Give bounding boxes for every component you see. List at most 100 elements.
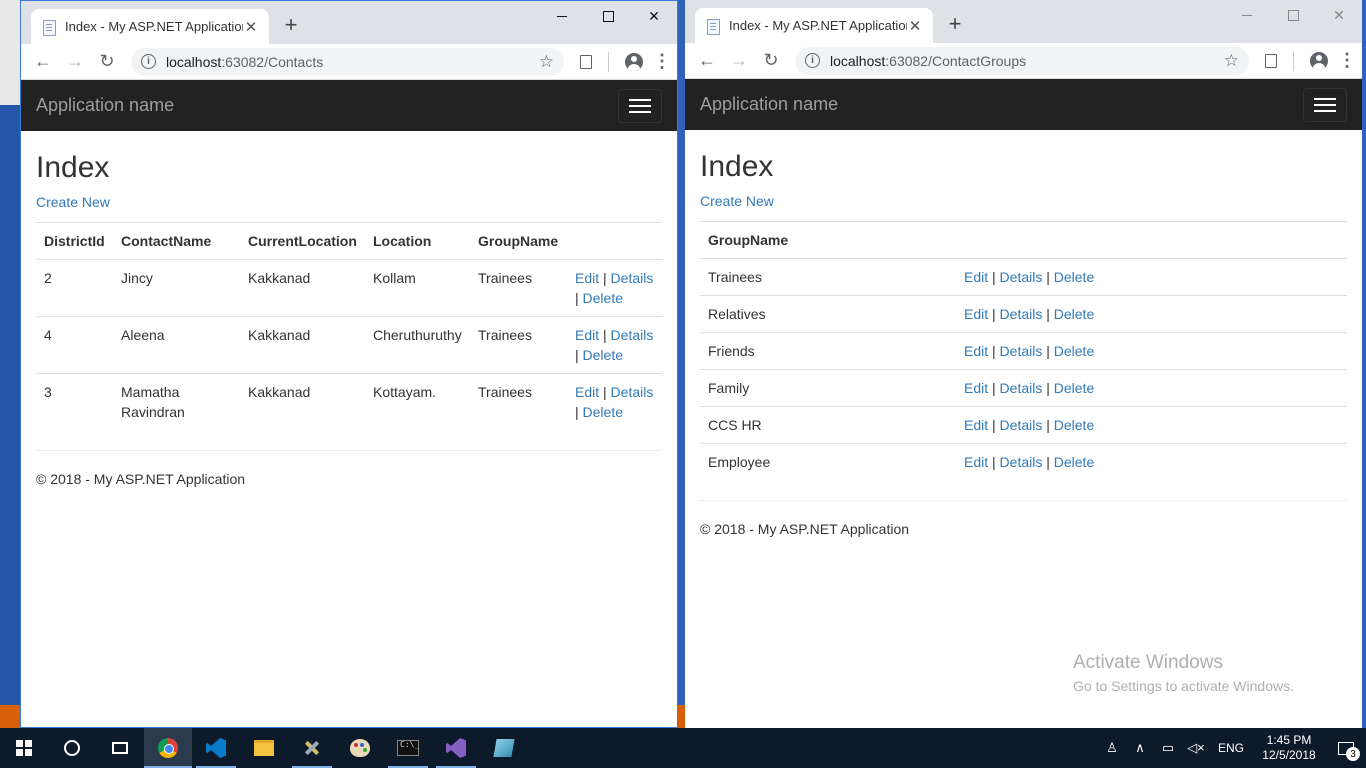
- back-icon[interactable]: ←: [693, 47, 721, 75]
- taskbar-vscode[interactable]: [192, 728, 240, 768]
- address-bar[interactable]: i localhost:63082/Contacts ☆: [131, 47, 564, 76]
- delete-link[interactable]: Delete: [583, 347, 623, 363]
- details-link[interactable]: Details: [1000, 417, 1043, 433]
- edit-link[interactable]: Edit: [575, 384, 599, 400]
- new-tab-icon[interactable]: +: [943, 12, 967, 36]
- delete-link[interactable]: Delete: [1054, 306, 1094, 322]
- edit-link[interactable]: Edit: [575, 270, 599, 286]
- page-footer: © 2018 - My ASP.NET Application: [700, 521, 910, 537]
- taskbar-tools[interactable]: [288, 728, 336, 768]
- edit-link[interactable]: Edit: [964, 380, 988, 396]
- edit-link[interactable]: Edit: [964, 454, 988, 470]
- new-tab-icon[interactable]: +: [279, 13, 303, 37]
- taskbar-chrome[interactable]: [144, 728, 192, 768]
- table-row: 4 Aleena Kakkanad Cheruthuruthy Trainees…: [36, 316, 662, 374]
- profile-avatar-icon[interactable]: [625, 52, 643, 71]
- details-link[interactable]: Details: [1000, 343, 1043, 359]
- cell-actions: Edit | Details | Delete: [956, 332, 1347, 370]
- reload-icon[interactable]: ↻: [93, 48, 121, 76]
- task-view-button[interactable]: [96, 728, 144, 768]
- details-link[interactable]: Details: [611, 270, 654, 286]
- taskbar-cmd[interactable]: C:\_: [384, 728, 432, 768]
- taskbar-paint[interactable]: [336, 728, 384, 768]
- cell-contact-name: Aleena: [113, 316, 240, 374]
- taskbar-app[interactable]: [480, 728, 528, 768]
- brand-link[interactable]: Application name: [700, 94, 838, 115]
- input-language[interactable]: ENG: [1210, 741, 1252, 755]
- cortana-button[interactable]: [48, 728, 96, 768]
- details-link[interactable]: Details: [611, 384, 654, 400]
- maximize-icon[interactable]: [585, 1, 631, 31]
- menu-kebab-icon[interactable]: ⋮: [1338, 50, 1356, 71]
- delete-link[interactable]: Delete: [1054, 417, 1094, 433]
- delete-link[interactable]: Delete: [1054, 454, 1094, 470]
- details-link[interactable]: Details: [1000, 454, 1043, 470]
- edit-link[interactable]: Edit: [964, 269, 988, 285]
- close-tab-icon[interactable]: ✕: [907, 17, 923, 35]
- show-hidden-icons-chevron-icon[interactable]: ∧: [1126, 728, 1154, 768]
- address-bar[interactable]: i localhost:63082/ContactGroups ☆: [795, 46, 1249, 75]
- details-link[interactable]: Details: [1000, 269, 1043, 285]
- browser-tab[interactable]: Index - My ASP.NET Application ✕: [695, 8, 933, 43]
- start-button[interactable]: [0, 728, 48, 768]
- cell-current-location: Kakkanad: [240, 373, 365, 430]
- site-info-icon[interactable]: i: [805, 53, 820, 68]
- site-info-icon[interactable]: i: [141, 54, 156, 69]
- table-row: Relatives Edit | Details | Delete: [700, 295, 1347, 333]
- delete-link[interactable]: Delete: [1054, 269, 1094, 285]
- details-link[interactable]: Details: [1000, 306, 1043, 322]
- close-tab-icon[interactable]: ✕: [243, 18, 259, 36]
- minimize-icon[interactable]: [1224, 0, 1270, 30]
- browser-window-contacts: Index - My ASP.NET Application ✕ + ✕ ← →…: [20, 0, 678, 728]
- delete-link[interactable]: Delete: [1054, 343, 1094, 359]
- table-header-row: GroupName: [700, 221, 1347, 259]
- close-window-icon[interactable]: ✕: [1316, 0, 1362, 30]
- forward-icon[interactable]: →: [61, 48, 89, 76]
- cell-group-name: Trainees: [708, 269, 762, 285]
- maximize-icon[interactable]: [1270, 0, 1316, 30]
- extension-icon[interactable]: [1265, 53, 1277, 68]
- people-icon[interactable]: ♙: [1098, 728, 1126, 768]
- bookmark-star-icon[interactable]: ☆: [539, 52, 554, 72]
- reload-icon[interactable]: ↻: [757, 47, 785, 75]
- action-separator: |: [992, 417, 996, 433]
- delete-link[interactable]: Delete: [583, 404, 623, 420]
- forward-icon[interactable]: →: [725, 47, 753, 75]
- minimize-icon[interactable]: [539, 1, 585, 31]
- create-new-link[interactable]: Create New: [700, 193, 774, 209]
- action-separator: |: [603, 270, 607, 286]
- menu-kebab-icon[interactable]: ⋮: [653, 51, 671, 72]
- table-header-row: DistrictId ContactName CurrentLocation L…: [36, 222, 662, 260]
- contact-groups-table: GroupName Trainees Edit | Details | Delet…: [700, 221, 1347, 480]
- cell-actions: Edit | Details | Delete: [956, 406, 1347, 444]
- profile-avatar-icon[interactable]: [1310, 51, 1328, 70]
- app-icon: [493, 739, 515, 757]
- browser-toolbar: ← → ↻ i localhost:63082/ContactGroups ☆ …: [685, 43, 1362, 79]
- action-center-button[interactable]: 3: [1326, 728, 1366, 768]
- page-favicon-icon: [705, 18, 721, 35]
- create-new-link[interactable]: Create New: [36, 194, 110, 210]
- bookmark-star-icon[interactable]: ☆: [1224, 51, 1239, 71]
- edit-link[interactable]: Edit: [964, 417, 988, 433]
- action-separator: |: [1046, 269, 1050, 285]
- cell-group-name: Trainees: [470, 316, 567, 374]
- delete-link[interactable]: Delete: [583, 290, 623, 306]
- extension-icon[interactable]: [580, 54, 592, 69]
- browser-tab[interactable]: Index - My ASP.NET Application ✕: [31, 9, 269, 44]
- back-icon[interactable]: ←: [29, 48, 57, 76]
- edit-link[interactable]: Edit: [575, 327, 599, 343]
- hamburger-menu-icon[interactable]: [618, 88, 662, 123]
- details-link[interactable]: Details: [611, 327, 654, 343]
- volume-muted-icon[interactable]: ◁×: [1182, 728, 1210, 768]
- details-link[interactable]: Details: [1000, 380, 1043, 396]
- taskbar-file-explorer[interactable]: [240, 728, 288, 768]
- delete-link[interactable]: Delete: [1054, 380, 1094, 396]
- close-window-icon[interactable]: ✕: [631, 1, 677, 31]
- clock[interactable]: 1:45 PM 12/5/2018: [1252, 733, 1326, 763]
- hamburger-menu-icon[interactable]: [1303, 87, 1347, 122]
- network-icon[interactable]: ▭: [1154, 728, 1182, 768]
- taskbar-visual-studio[interactable]: [432, 728, 480, 768]
- edit-link[interactable]: Edit: [964, 306, 988, 322]
- brand-link[interactable]: Application name: [36, 95, 174, 116]
- edit-link[interactable]: Edit: [964, 343, 988, 359]
